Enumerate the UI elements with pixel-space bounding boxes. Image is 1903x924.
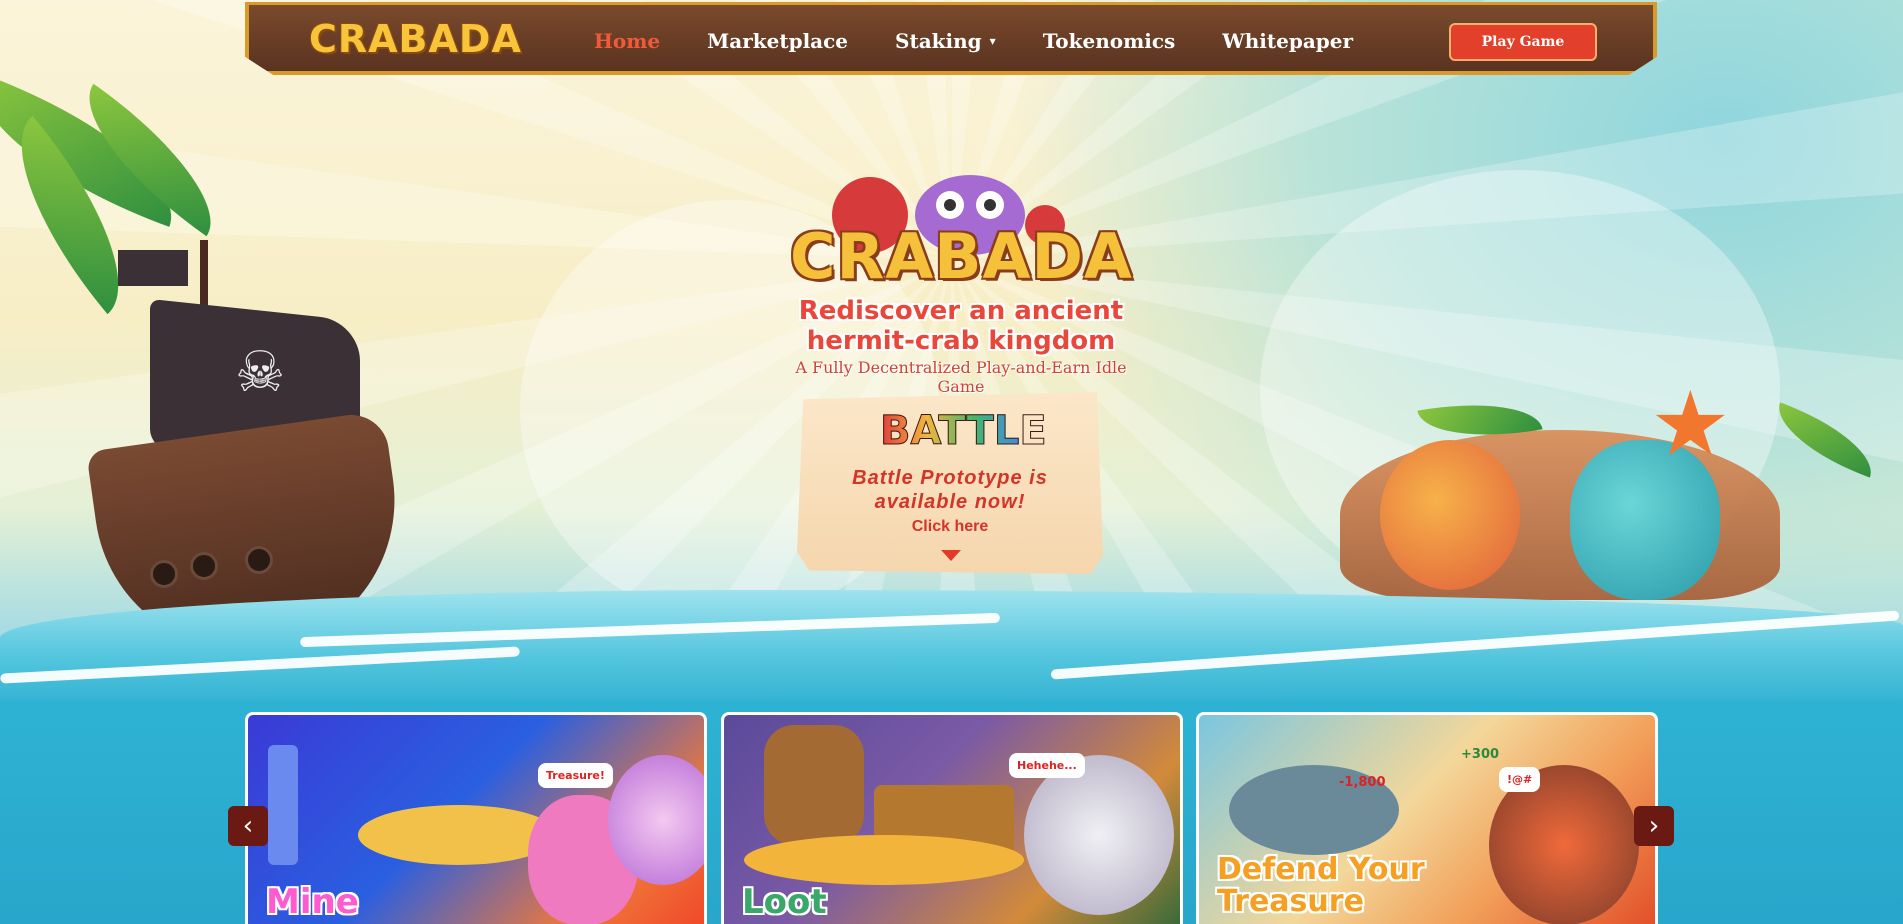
- tagline-line-2: hermit-crab kingdom: [806, 326, 1116, 356]
- nav-marketplace-link[interactable]: Marketplace: [707, 29, 848, 53]
- orange-shell-crab: [1380, 440, 1520, 590]
- carousel-next-button[interactable]: ›: [1634, 806, 1674, 846]
- feature-card-mine[interactable]: Treasure! Mine: [245, 712, 707, 924]
- top-navigation: CRABADA Home Marketplace Staking ▾ Tokeno…: [245, 2, 1657, 75]
- spiky-shell: [608, 755, 704, 885]
- starfish-icon: ★: [1650, 372, 1731, 477]
- card-title-loot: Loot: [742, 882, 827, 922]
- cannon-icon: [245, 546, 273, 574]
- score-up: +300: [1461, 747, 1500, 762]
- feature-card-loot[interactable]: Hehehe... Loot: [721, 712, 1183, 924]
- speech-bubble: Treasure!: [538, 763, 613, 788]
- main-menu: Home Marketplace Staking ▾ Tokenomics Whi…: [594, 29, 1400, 53]
- skull-crab: [1024, 755, 1174, 915]
- crabada-logo[interactable]: CRABADA: [309, 17, 522, 61]
- hero-subtitle: A Fully Decentralized Play-and-Earn Idle…: [795, 358, 1127, 396]
- battle-line-2: available now!: [874, 491, 1026, 513]
- nav-whitepaper-label: Whitepaper: [1222, 29, 1354, 53]
- ocean-waves: [0, 590, 1903, 710]
- card-title-defend-line-1: Defend Your: [1217, 852, 1425, 887]
- skull-icon: ☠: [235, 340, 286, 405]
- speech-bubble: !@#: [1499, 767, 1541, 792]
- barrel: [764, 725, 864, 845]
- nav-tokenomics-label: Tokenomics: [1042, 29, 1176, 53]
- ruin-pillar: [268, 745, 298, 865]
- nav-whitepaper-link[interactable]: Whitepaper: [1222, 29, 1353, 53]
- play-game-button[interactable]: Play Game: [1449, 23, 1597, 61]
- hero-tagline: Rediscover an ancient hermit-crab kingdo…: [775, 296, 1147, 396]
- nav-home-label: Home: [594, 29, 661, 53]
- caret-down-icon: [941, 550, 961, 561]
- battle-logo: BATTLE: [880, 404, 1048, 458]
- battle-line-1: Battle Prototype is: [852, 467, 1048, 489]
- cannon-icon: [150, 560, 178, 588]
- tagline-line-1: Rediscover an ancient: [798, 296, 1124, 326]
- nav-staking-dropdown[interactable]: Staking ▾: [895, 29, 996, 53]
- ship-flag: [118, 250, 188, 286]
- nav-home-link[interactable]: Home: [594, 29, 660, 53]
- click-here-link[interactable]: Click here: [880, 518, 1020, 536]
- card-title-mine: Mine: [266, 882, 359, 922]
- carousel-prev-button[interactable]: ‹: [228, 806, 268, 846]
- nav-marketplace-label: Marketplace: [707, 29, 849, 53]
- nav-tokenomics-link[interactable]: Tokenomics: [1043, 29, 1176, 53]
- gold-coins: [744, 835, 1024, 885]
- nav-staking-label: Staking: [895, 29, 982, 53]
- cannon-icon: [190, 552, 218, 580]
- score-down: -1,800: [1339, 775, 1386, 790]
- chevron-down-icon: ▾: [989, 34, 996, 48]
- card-title-defend: Defend Your Treasure: [1217, 854, 1425, 918]
- speech-bubble: Hehehe...: [1009, 753, 1085, 778]
- battle-announcement-text: Battle Prototype is available now!: [820, 466, 1080, 514]
- hero-title: CRABADA: [790, 220, 1133, 293]
- card-title-defend-line-2: Treasure: [1217, 884, 1364, 919]
- feature-card-defend[interactable]: +300 -1,800 !@# Defend Your Treasure: [1196, 712, 1658, 924]
